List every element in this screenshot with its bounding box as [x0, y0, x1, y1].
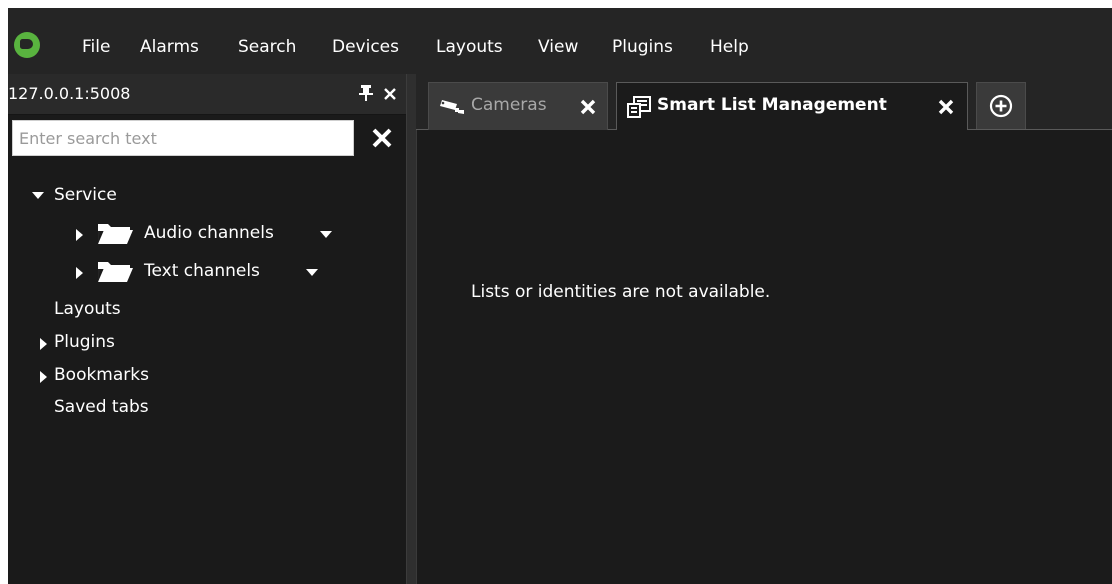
menu-plugins[interactable]: Plugins: [612, 36, 673, 58]
menu-alarms[interactable]: Alarms: [140, 36, 199, 58]
tree-item-label: Bookmarks: [54, 365, 149, 385]
menu-layouts[interactable]: Layouts: [436, 36, 503, 58]
pin-icon[interactable]: [358, 84, 374, 102]
tab-smart-list-management[interactable]: Smart List Management: [616, 82, 968, 130]
tab-label: Smart List Management: [657, 95, 887, 115]
menu-search[interactable]: Search: [238, 36, 296, 58]
tree-item-label: Text channels: [144, 261, 260, 281]
close-tab-icon[interactable]: [937, 98, 955, 116]
collapsed-arrow-icon[interactable]: [76, 267, 83, 279]
tree-item-label: Service: [54, 185, 117, 205]
empty-state-message: Lists or identities are not available.: [471, 282, 771, 302]
folder-icon: [98, 224, 133, 244]
tree-item-bookmarks[interactable]: Bookmarks: [8, 362, 406, 388]
menu-bar: File Alarms Search Devices Layouts View …: [8, 8, 1112, 74]
resource-panel: 127.0.0.1:5008 Service: [8, 74, 406, 584]
search-input[interactable]: [12, 120, 354, 156]
tree-item-text-channels[interactable]: Text channels: [8, 258, 406, 284]
smart-list-content: Lists or identities are not available.: [416, 130, 1112, 584]
dropdown-arrow-icon[interactable]: [320, 231, 332, 238]
tree-item-audio-channels[interactable]: Audio channels: [8, 220, 406, 246]
collapsed-arrow-icon[interactable]: [40, 371, 47, 383]
tab-bar: Cameras Smart List Management: [416, 74, 1112, 130]
menu-help[interactable]: Help: [710, 36, 749, 58]
app-window: File Alarms Search Devices Layouts View …: [8, 8, 1112, 584]
menu-devices[interactable]: Devices: [332, 36, 399, 58]
dropdown-arrow-icon[interactable]: [306, 269, 318, 276]
tab-cameras[interactable]: Cameras: [428, 82, 608, 130]
smart-list-icon: [627, 96, 651, 118]
folder-icon: [98, 262, 133, 282]
tree-item-label: Audio channels: [144, 223, 274, 243]
tree-item-service[interactable]: Service: [8, 182, 406, 208]
close-tab-icon[interactable]: [579, 98, 597, 116]
add-tab-button[interactable]: [976, 82, 1026, 130]
tab-label: Cameras: [471, 95, 547, 115]
camera-logo-icon[interactable]: [14, 32, 40, 58]
tree-item-label: Plugins: [54, 332, 115, 352]
tree-item-label: Layouts: [54, 299, 121, 319]
collapsed-arrow-icon[interactable]: [76, 229, 83, 241]
tree-item-layouts[interactable]: Layouts: [8, 296, 406, 322]
security-camera-icon: [440, 100, 464, 114]
close-panel-icon[interactable]: [382, 84, 398, 102]
panel-header: 127.0.0.1:5008: [8, 74, 406, 115]
plus-circle-icon: [989, 94, 1013, 118]
expanded-arrow-icon[interactable]: [32, 192, 44, 199]
tree-item-label: Saved tabs: [54, 397, 149, 417]
clear-search-icon[interactable]: [370, 126, 394, 150]
collapsed-arrow-icon[interactable]: [40, 338, 47, 350]
menu-view[interactable]: View: [538, 36, 578, 58]
server-address: 127.0.0.1:5008: [8, 84, 131, 103]
tree-item-saved-tabs[interactable]: Saved tabs: [8, 394, 406, 420]
menu-file[interactable]: File: [82, 36, 110, 58]
tree-item-plugins[interactable]: Plugins: [8, 329, 406, 355]
